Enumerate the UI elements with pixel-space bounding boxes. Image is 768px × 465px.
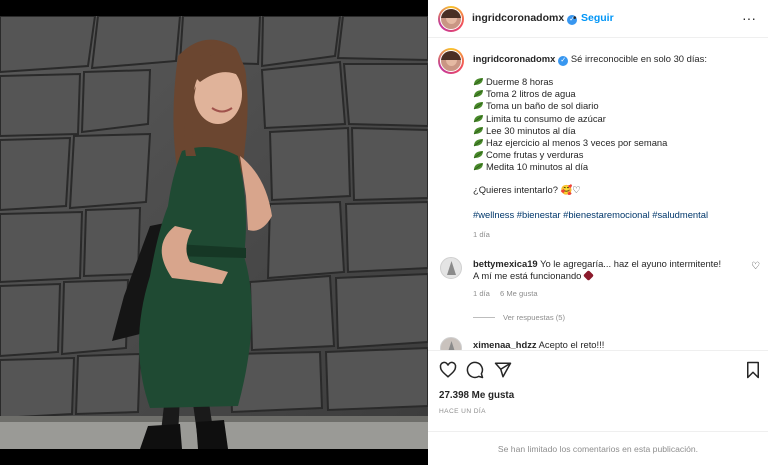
share-icon[interactable] [494, 361, 512, 379]
comments-section[interactable]: ingridcoronadomx ✓ Sé irreconocible en so… [428, 39, 768, 350]
bookmark-icon[interactable] [744, 361, 762, 379]
leaf-icon [473, 126, 483, 135]
leaf-icon [473, 114, 483, 122]
commenter-avatar[interactable] [440, 257, 462, 279]
comment-text: ximenaa_hdzz Acepto el reto!!! [473, 339, 605, 350]
verified-badge-icon: ✓ [558, 56, 569, 66]
likes-count[interactable]: 27.398 Me gusta [439, 390, 514, 401]
comment-time[interactable]: 1 día [473, 289, 490, 298]
caption-list-item: Come frutas y verduras [473, 149, 763, 161]
caption-list-item: Duerme 8 horas [473, 76, 763, 88]
caption-list-item: Lee 30 minutos al día [473, 125, 763, 137]
post-photo[interactable] [0, 16, 428, 449]
leaf-icon [473, 90, 483, 98]
commenter-username[interactable]: ximenaa_hdzz [473, 339, 537, 350]
caption-list-item: Toma un baño de sol diario [473, 100, 763, 112]
follow-button[interactable]: Seguir [581, 12, 614, 24]
separator-dot: • [573, 13, 577, 24]
caption-question: ¿Quieres intentarlo? 🥰♡ [473, 183, 581, 195]
comment-likes-count[interactable]: 6 Me gusta [500, 289, 538, 298]
caption-list-item: Limita tu consumo de azúcar [473, 113, 763, 125]
post-caption: ingridcoronadomx ✓ Sé irreconocible en so… [473, 53, 763, 221]
post-media[interactable] [0, 0, 428, 465]
post-date[interactable]: HACE UN DÍA [439, 408, 486, 415]
post-header: ingridcoronadomx ✓ • Seguir ··· [428, 0, 768, 38]
commenter-username[interactable]: bettymexica19 [473, 258, 538, 269]
caption-intro: Sé irreconocible en solo 30 días: [570, 53, 707, 64]
caption-time[interactable]: 1 día [473, 230, 490, 239]
heart-emoji-icon [583, 270, 594, 282]
caption-hashtags[interactable]: #wellness #bienestar #bienestaremocional… [473, 209, 763, 221]
caption-list-item: Medita 10 minutos al día [473, 161, 763, 173]
leaf-icon [473, 139, 483, 147]
author-username[interactable]: ingridcoronadomx ✓ [472, 12, 578, 25]
leaf-icon [473, 102, 483, 110]
leaf-icon [473, 163, 483, 171]
caption-avatar[interactable] [438, 48, 464, 74]
leaf-icon [473, 151, 483, 159]
comments-limited-notice: Se han limitado los comentarios en esta … [428, 431, 768, 465]
caption-list: Duerme 8 horas Toma 2 litros de agua Tom… [473, 76, 763, 174]
commenter-avatar[interactable] [440, 337, 462, 350]
heart-icon[interactable] [439, 361, 457, 379]
post-sidebar: ingridcoronadomx ✓ • Seguir ··· ingridcor… [428, 0, 768, 465]
more-options-icon[interactable]: ··· [742, 10, 756, 26]
replies-rule [473, 317, 495, 318]
author-avatar[interactable] [438, 6, 464, 32]
caption-username[interactable]: ingridcoronadomx [473, 53, 555, 64]
comment-icon[interactable] [466, 361, 484, 379]
comment-text: bettymexica19 Yo le agregaría... haz el … [473, 258, 722, 282]
comment-like-icon[interactable]: ♡ [751, 261, 760, 272]
leaf-icon [473, 78, 483, 86]
view-replies-link[interactable]: Ver respuestas (5) [473, 313, 565, 322]
caption-list-item: Toma 2 litros de agua [473, 88, 763, 100]
caption-list-item: Haz ejercicio al menos 3 veces por seman… [473, 137, 763, 149]
photo-illustration [0, 16, 428, 449]
post-actions: 27.398 Me gusta HACE UN DÍA Se han limit… [428, 350, 768, 465]
